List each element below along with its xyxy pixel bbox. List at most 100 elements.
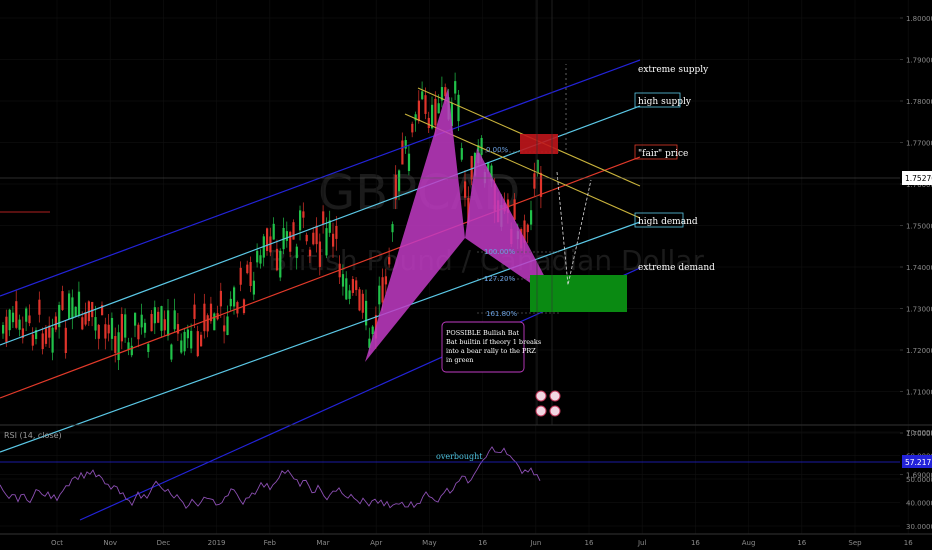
candle-body	[163, 319, 166, 331]
candle-body	[114, 335, 117, 353]
candle-body	[526, 224, 529, 233]
rsi-tick-label: 40.0000	[906, 500, 932, 508]
candle-body	[117, 332, 120, 361]
event-marker-icon[interactable]	[535, 390, 547, 402]
event-marker-icon[interactable]	[549, 405, 561, 417]
candle-body	[312, 232, 315, 245]
candle-body	[81, 317, 84, 330]
candle-body	[348, 290, 351, 299]
candle-body	[124, 314, 127, 338]
time-tick-label: Apr	[370, 539, 382, 547]
candle-body	[305, 234, 308, 242]
candle-body	[411, 123, 414, 133]
candle-body	[378, 285, 381, 305]
candle-body	[74, 306, 77, 317]
candle-body	[460, 148, 463, 160]
candle-body	[371, 326, 374, 335]
candle-body	[143, 322, 147, 333]
time-tick-label: 16	[691, 539, 700, 547]
candle-body	[299, 210, 302, 231]
time-tick-label: 16	[797, 539, 806, 547]
zone-label-high-demand: high demand	[638, 217, 698, 227]
candle-body	[279, 251, 282, 278]
candle-body	[130, 345, 133, 356]
candle-body	[539, 172, 543, 197]
candle-body	[322, 211, 325, 225]
candle-body	[424, 95, 427, 114]
candle-body	[421, 91, 424, 100]
candle-body	[285, 231, 288, 241]
candle-body	[200, 334, 203, 347]
candle-body	[434, 98, 437, 126]
candle-body	[157, 311, 160, 323]
time-tick-label: Feb	[264, 539, 277, 547]
candle-body	[341, 274, 345, 287]
fib-label-100: 100.00%	[484, 248, 515, 256]
rsi-tick-label: 30.0000	[906, 523, 932, 531]
time-tick-label: May	[422, 539, 436, 547]
candle-body	[394, 174, 397, 200]
candle-body	[127, 342, 130, 350]
price-tick-label: 1.78000	[906, 98, 932, 106]
price-tick-label: 1.72000	[906, 347, 932, 355]
price-tick-label: 1.79000	[906, 57, 932, 65]
zone-label-extreme-supply: extreme supply	[638, 65, 709, 75]
candle-body	[206, 315, 209, 332]
candle-body	[229, 298, 232, 307]
zone-label-high-supply: high supply	[638, 97, 692, 107]
candle-body	[266, 228, 269, 251]
candle-body	[332, 233, 335, 247]
candle-body	[530, 210, 533, 225]
candle-body	[15, 301, 18, 328]
candle-body	[140, 314, 143, 328]
candle-body	[61, 291, 64, 310]
candle-body	[11, 312, 15, 323]
current-price-label: 1.75276	[905, 174, 932, 183]
candle-body	[203, 303, 206, 332]
candle-body	[54, 316, 57, 330]
time-tick-label: 16	[904, 539, 913, 547]
candle-body	[295, 246, 298, 259]
event-marker-icon[interactable]	[535, 405, 547, 417]
candle-body	[239, 267, 242, 285]
time-tick-label: Aug	[742, 539, 756, 547]
candle-body	[470, 156, 473, 180]
time-tick-label: Nov	[103, 539, 117, 547]
candle-body	[190, 330, 193, 349]
trading-chart[interactable]: GBPCAD British Pound / Canadian Dollar 0…	[0, 0, 932, 550]
candle-body	[153, 307, 156, 324]
candle-body	[272, 223, 275, 240]
candle-body	[68, 293, 71, 320]
candle-body	[358, 289, 361, 311]
candle-body	[44, 328, 48, 344]
candle-body	[365, 300, 368, 326]
fib-label-161: 161.80%	[486, 310, 517, 318]
time-tick-label: Jul	[637, 539, 647, 547]
candle-body	[384, 276, 387, 285]
candle-body	[91, 301, 94, 318]
pattern-note-line-3: into a bear rally to the PRZ	[446, 347, 536, 355]
candle-body	[361, 293, 364, 313]
price-tick-label: 1.74000	[906, 264, 932, 272]
candle-body	[325, 228, 328, 256]
price-tick-label: 1.73000	[906, 306, 932, 314]
pattern-note-line-1: POSSIBLE Bullish Bat	[446, 329, 519, 337]
candle-body	[170, 344, 173, 360]
candle-body	[233, 287, 236, 307]
candle-body	[302, 211, 305, 218]
time-tick-label: 16	[478, 539, 487, 547]
candle-body	[315, 225, 318, 245]
candle-body	[107, 324, 110, 334]
candle-body	[18, 319, 21, 330]
candle-body	[398, 170, 401, 192]
candle-body	[355, 280, 358, 291]
zone-label-fair-price: "fair" price	[638, 149, 688, 159]
event-marker-icon[interactable]	[549, 390, 561, 402]
candle-body	[292, 222, 295, 240]
candle-body	[176, 324, 180, 334]
candle-body	[256, 250, 259, 263]
candle-body	[351, 279, 354, 293]
candle-body	[388, 257, 391, 265]
prz-buy-zone-box[interactable]	[530, 275, 627, 312]
candle-body	[77, 291, 81, 316]
